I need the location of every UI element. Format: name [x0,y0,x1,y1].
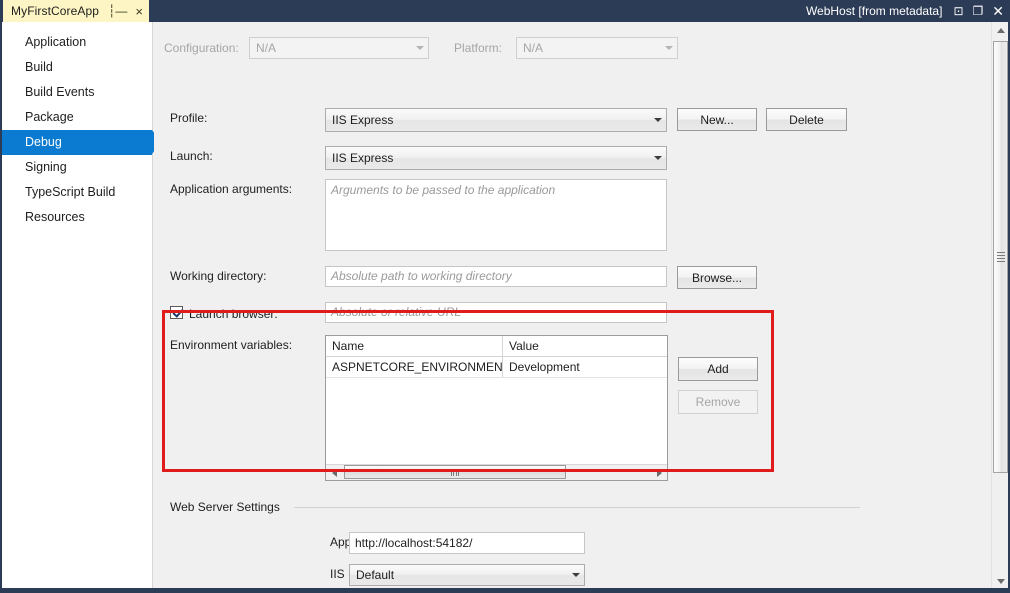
environment-variables-row: Environment variables: Name Value ASPNET… [170,335,758,481]
application-arguments-label: Application arguments: [170,182,293,196]
sidebar-item-signing[interactable]: Signing [2,155,152,180]
sidebar-item-label: Package [25,110,74,124]
chevron-down-icon [649,109,666,131]
scroll-right-arrow-icon[interactable] [651,465,667,480]
chevron-down-icon [567,565,584,585]
grid-header: Name Value [326,336,667,357]
sidebar-item-build-events[interactable]: Build Events [2,80,152,105]
platform-select[interactable]: N/A [516,37,678,59]
sidebar-item-resources[interactable]: Resources [2,205,152,230]
window-title-area: WebHost [from metadata] ⊡ ❐ ✕ [806,0,1004,22]
platform-label: Platform: [454,41,503,55]
remove-environment-variable-button[interactable]: Remove [678,390,758,414]
grid-horizontal-scrollbar[interactable] [326,464,667,480]
sidebar-item-label: Application [25,35,87,49]
close-icon[interactable]: × [135,5,143,18]
sidebar-item-package[interactable]: Package [2,105,152,130]
application-arguments-input[interactable]: Arguments to be passed to the applicatio… [325,179,667,251]
browse-button[interactable]: Browse... [677,266,757,289]
grip-icon [450,468,460,476]
document-tab-myfirstcoreapp[interactable]: MyFirstCoreApp ┆— × [3,0,149,22]
launch-row: Launch: IIS Express [170,146,667,170]
launch-browser-url-input[interactable]: Absolute or relative URL [325,302,667,323]
scroll-up-arrow-icon[interactable] [992,22,1008,39]
env-var-name: ASPNETCORE_ENVIRONMENT [326,357,503,377]
iis-express-bitness-row: IIS Express Bitness: Default [170,564,585,586]
working-directory-input[interactable]: Absolute path to working directory [325,266,667,287]
app-url-label: App URL: [330,535,382,549]
env-var-value: Development [509,360,580,374]
launch-browser-row: Launch browser: Absolute or relative URL [170,302,667,323]
window-restore-icon[interactable]: ❐ [973,5,984,17]
sidebar-item-label: Build Events [25,85,95,99]
sidebar-item-build[interactable]: Build [2,55,152,80]
working-directory-label: Working directory: [170,269,267,283]
launch-value: IIS Express [332,151,394,165]
debug-settings-pane: Configuration: N/A Platform: N/A Profile… [154,22,1008,588]
add-environment-variable-button[interactable]: Add [678,357,758,381]
chevron-down-icon [660,38,677,58]
table-row[interactable]: ASPNETCORE_ENVIRONMENT Development [326,357,667,378]
env-buttons-column: Add Remove [678,335,758,414]
scroll-left-arrow-icon[interactable] [326,465,342,480]
window-body: Application Build Build Events Package D… [2,22,1008,590]
iis-express-bitness-select[interactable]: Default [349,564,585,586]
pin-icon[interactable]: ┆— [108,5,127,17]
sidebar-item-debug[interactable]: Debug [2,130,161,155]
new-profile-button[interactable]: New... [677,108,757,131]
launch-browser-label: Launch browser: [189,307,278,321]
document-tab-label: MyFirstCoreApp [11,4,100,18]
configuration-value: N/A [256,41,277,55]
profile-label: Profile: [170,111,208,125]
application-arguments-row: Application arguments: Arguments to be p… [170,179,667,251]
launch-label: Launch: [170,149,213,163]
vertical-scrollbar-thumb[interactable] [993,41,1008,473]
chevron-down-icon [411,38,428,58]
grid-header-value: Value [509,339,539,353]
window-title-label: WebHost [from metadata] [805,4,943,18]
profile-select[interactable]: IIS Express [325,108,667,132]
scrollbar-thumb[interactable] [344,465,566,479]
sidebar-item-label: Resources [25,210,85,224]
configuration-label: Configuration: [164,41,239,55]
sidebar-item-typescript-build[interactable]: TypeScript Build [2,180,152,205]
app-url-row: App URL: http://localhost:54182/ [170,532,585,554]
scrollbar-track[interactable] [342,465,651,480]
profile-row: Profile: IIS Express New... Delete [170,108,847,132]
sidebar-item-label: Debug [25,135,62,149]
section-divider [293,506,860,508]
environment-variables-label: Environment variables: [170,338,293,352]
launch-browser-checkbox[interactable] [170,306,183,319]
properties-sidebar: Application Build Build Events Package D… [2,22,161,588]
launch-browser-checkbox-group[interactable]: Launch browser: [170,302,325,321]
scroll-down-arrow-icon[interactable] [992,573,1008,588]
sidebar-item-label: Signing [25,160,67,174]
configuration-row: Configuration: N/A Platform: N/A [164,37,678,59]
environment-variables-grid[interactable]: Name Value ASPNETCORE_ENVIRONMENT Develo… [325,335,668,481]
app-url-input[interactable]: http://localhost:54182/ [349,532,585,554]
launch-select[interactable]: IIS Express [325,146,667,170]
platform-value: N/A [523,41,544,55]
title-bar: MyFirstCoreApp ┆— × WebHost [from metada… [0,0,1010,22]
visual-studio-project-properties-window: MyFirstCoreApp ┆— × WebHost [from metada… [0,0,1010,593]
page-vertical-scrollbar[interactable] [991,22,1008,588]
configuration-select[interactable]: N/A [249,37,429,59]
window-pin-icon[interactable]: ⊡ [953,5,963,17]
grip-icon [996,252,1005,262]
sidebar-item-label: Build [25,60,53,74]
sidebar-item-application[interactable]: Application [2,30,152,55]
sidebar-item-label: TypeScript Build [25,185,116,199]
grid-header-name: Name [326,336,503,356]
delete-profile-button[interactable]: Delete [766,108,847,131]
working-directory-row: Working directory: Absolute path to work… [170,266,757,289]
web-server-settings-title: Web Server Settings [170,500,280,514]
profile-value: IIS Express [332,113,394,127]
window-close-icon[interactable]: ✕ [992,4,1004,18]
chevron-down-icon [649,147,666,169]
iis-express-bitness-value: Default [356,568,395,582]
web-server-settings-section-header: Web Server Settings [170,500,860,514]
iis-express-bitness-label: IIS Express Bitness: [330,567,437,581]
